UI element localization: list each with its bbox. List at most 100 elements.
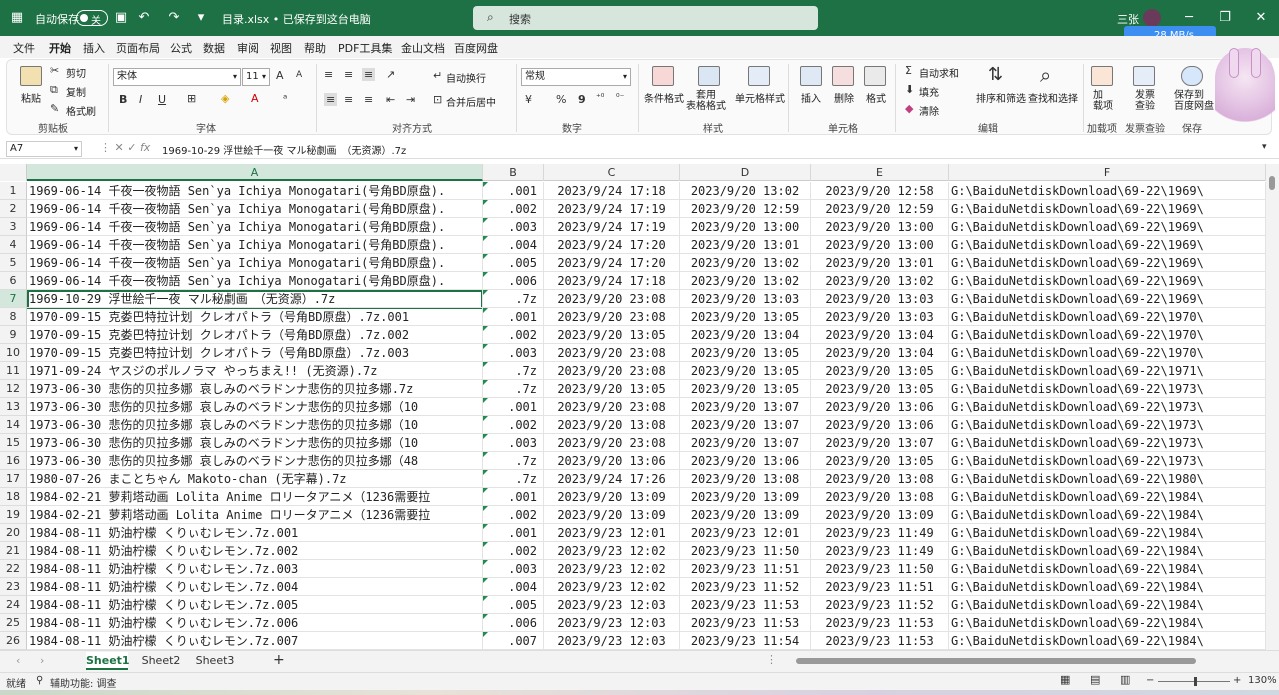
insert-cells-icon[interactable] — [800, 66, 822, 86]
cell-b[interactable]: .7z — [483, 362, 544, 380]
cell-c[interactable]: 2023/9/23 12:02 — [544, 560, 680, 578]
cell-a[interactable]: 1984-08-11 奶油柠檬 くりぃむレモン.7z.007 — [27, 632, 483, 650]
cell-a[interactable]: 1973-06-30 悲伤的贝拉多娜 哀しみのベラドンナ悲伤的贝拉多娜（10 — [27, 416, 483, 434]
row-header[interactable]: 21 — [0, 542, 27, 560]
cell-c[interactable]: 2023/9/20 23:08 — [544, 344, 680, 362]
error-indicator-icon[interactable] — [483, 542, 488, 547]
format-as-table-icon[interactable] — [698, 66, 720, 86]
cell-c[interactable]: 2023/9/20 23:08 — [544, 290, 680, 308]
format-cells-button[interactable]: 格式 — [866, 90, 886, 105]
cell-a[interactable]: 1973-06-30 悲伤的贝拉多娜 哀しみのベラドンナ悲伤的贝拉多娜.7z — [27, 380, 483, 398]
error-indicator-icon[interactable] — [483, 488, 488, 493]
column-header-b[interactable]: B — [483, 164, 544, 181]
cell-c[interactable]: 2023/9/23 12:02 — [544, 578, 680, 596]
name-box[interactable]: A7 ▾ — [6, 141, 82, 157]
cell-e[interactable]: 2023/9/20 13:00 — [811, 236, 949, 254]
save-to-baidu-button[interactable]: 保存到 百度网盘 — [1174, 90, 1214, 112]
cell-f[interactable]: G:\BaiduNetdiskDownload\69-22\1971\ — [949, 362, 1266, 380]
cell-f[interactable]: G:\BaiduNetdiskDownload\69-22\1984\ — [949, 506, 1266, 524]
minimize-icon[interactable]: ─ — [1178, 8, 1200, 28]
cell-d[interactable]: 2023/9/20 13:04 — [680, 326, 811, 344]
error-indicator-icon[interactable] — [483, 218, 488, 223]
row-header[interactable]: 4 — [0, 236, 27, 254]
sheet-tab-sheet1[interactable]: Sheet1 — [86, 652, 130, 670]
decrease-decimal-icon[interactable]: ⁰⁻ — [616, 93, 624, 103]
orientation-icon[interactable]: ↗ — [386, 68, 395, 81]
tab-kingsoft-docs[interactable]: 金山文档 — [401, 40, 445, 56]
cell-f[interactable]: G:\BaiduNetdiskDownload\69-22\1984\ — [949, 596, 1266, 614]
cell-f[interactable]: G:\BaiduNetdiskDownload\69-22\1984\ — [949, 542, 1266, 560]
align-top-icon[interactable]: ≡ — [324, 68, 333, 81]
currency-icon[interactable]: ¥ — [525, 93, 532, 106]
error-indicator-icon[interactable] — [483, 362, 488, 367]
row-header[interactable]: 17 — [0, 470, 27, 488]
cell-f[interactable]: G:\BaiduNetdiskDownload\69-22\1969\ — [949, 218, 1266, 236]
row-header[interactable]: 22 — [0, 560, 27, 578]
vertical-scroll-thumb[interactable] — [1269, 176, 1275, 190]
find-select-button[interactable]: 查找和选择 — [1028, 90, 1078, 105]
row-header[interactable]: 19 — [0, 506, 27, 524]
cell-e[interactable]: 2023/9/20 13:08 — [811, 488, 949, 506]
cell-b[interactable]: .002 — [483, 326, 544, 344]
cell-d[interactable]: 2023/9/20 13:05 — [680, 362, 811, 380]
tab-page-layout[interactable]: 页面布局 — [116, 40, 160, 56]
conditional-format-icon[interactable] — [652, 66, 674, 86]
cell-b[interactable]: .001 — [483, 308, 544, 326]
error-indicator-icon[interactable] — [483, 470, 488, 475]
cell-f[interactable]: G:\BaiduNetdiskDownload\69-22\1969\ — [949, 272, 1266, 290]
cell-b[interactable]: .005 — [483, 596, 544, 614]
cell-e[interactable]: 2023/9/20 13:03 — [811, 308, 949, 326]
cell-a[interactable]: 1980-07-26 まことちゃん Makoto-chan (无字幕).7z — [27, 470, 483, 488]
cell-d[interactable]: 2023/9/20 13:03 — [680, 290, 811, 308]
conditional-format-button[interactable]: 条件格式 — [644, 90, 684, 105]
clear-icon[interactable]: ◆ — [905, 102, 913, 115]
cell-d[interactable]: 2023/9/20 13:07 — [680, 398, 811, 416]
autosave-toggle[interactable]: 关 — [76, 10, 108, 27]
error-indicator-icon[interactable] — [483, 200, 488, 205]
merge-center-icon[interactable]: ⊡ — [433, 93, 442, 106]
cell-d[interactable]: 2023/9/23 11:54 — [680, 632, 811, 650]
cell-e[interactable]: 2023/9/20 13:06 — [811, 416, 949, 434]
baidu-netdisk-icon[interactable] — [1181, 66, 1203, 86]
zoom-in-icon[interactable]: + — [1233, 675, 1241, 686]
error-indicator-icon[interactable] — [483, 308, 488, 313]
tab-view[interactable]: 视图 — [270, 40, 292, 56]
sort-filter-button[interactable]: 排序和筛选 — [976, 90, 1026, 105]
cell-a[interactable]: 1969-06-14 千夜一夜物語 Sen`ya Ichiya Monogata… — [27, 236, 483, 254]
tab-insert[interactable]: 插入 — [83, 40, 105, 56]
error-indicator-icon[interactable] — [483, 434, 488, 439]
cell-e[interactable]: 2023/9/20 13:05 — [811, 452, 949, 470]
error-indicator-icon[interactable] — [483, 452, 488, 457]
row-header[interactable]: 2 — [0, 200, 27, 218]
row-header[interactable]: 5 — [0, 254, 27, 272]
comma-button[interactable]: 9 — [578, 93, 586, 106]
cell-d[interactable]: 2023/9/20 12:59 — [680, 200, 811, 218]
row-header[interactable]: 10 — [0, 344, 27, 362]
cell-c[interactable]: 2023/9/24 17:19 — [544, 200, 680, 218]
cell-c[interactable]: 2023/9/20 13:08 — [544, 416, 680, 434]
cell-a[interactable]: 1970-09-15 克娄巴特拉计划 クレオパトラ（号角BD原盘）.7z.002 — [27, 326, 483, 344]
error-indicator-icon[interactable] — [483, 398, 488, 403]
format-cells-icon[interactable] — [864, 66, 886, 86]
cell-e[interactable]: 2023/9/23 11:53 — [811, 614, 949, 632]
horizontal-scrollbar[interactable] — [788, 656, 1266, 666]
cell-c[interactable]: 2023/9/20 13:05 — [544, 326, 680, 344]
page-layout-view-icon[interactable]: ▤ — [1090, 673, 1100, 686]
find-select-icon[interactable]: ⌕ — [1040, 63, 1051, 87]
cell-a[interactable]: 1970-09-15 克娄巴特拉计划 クレオパトラ（号角BD原盘）.7z.001 — [27, 308, 483, 326]
invoice-check-button[interactable]: 发票 查验 — [1135, 90, 1155, 112]
close-icon[interactable]: ✕ — [1250, 8, 1272, 28]
cell-e[interactable]: 2023/9/20 13:01 — [811, 254, 949, 272]
cell-b[interactable]: .004 — [483, 236, 544, 254]
row-header[interactable]: 3 — [0, 218, 27, 236]
cell-a[interactable]: 1984-02-21 萝莉塔动画 Lolita Anime ロリータアニメ（12… — [27, 506, 483, 524]
cell-d[interactable]: 2023/9/20 13:01 — [680, 236, 811, 254]
cell-d[interactable]: 2023/9/23 11:53 — [680, 596, 811, 614]
row-header[interactable]: 9 — [0, 326, 27, 344]
cell-e[interactable]: 2023/9/20 13:05 — [811, 362, 949, 380]
cell-a[interactable]: 1969-06-14 千夜一夜物語 Sen`ya Ichiya Monogata… — [27, 254, 483, 272]
cell-styles-icon[interactable] — [748, 66, 770, 86]
error-indicator-icon[interactable] — [483, 236, 488, 241]
cell-a[interactable]: 1973-06-30 悲伤的贝拉多娜 哀しみのベラドンナ悲伤的贝拉多娜（10 — [27, 398, 483, 416]
cell-a[interactable]: 1969-06-14 千夜一夜物語 Sen`ya Ichiya Monogata… — [27, 272, 483, 290]
